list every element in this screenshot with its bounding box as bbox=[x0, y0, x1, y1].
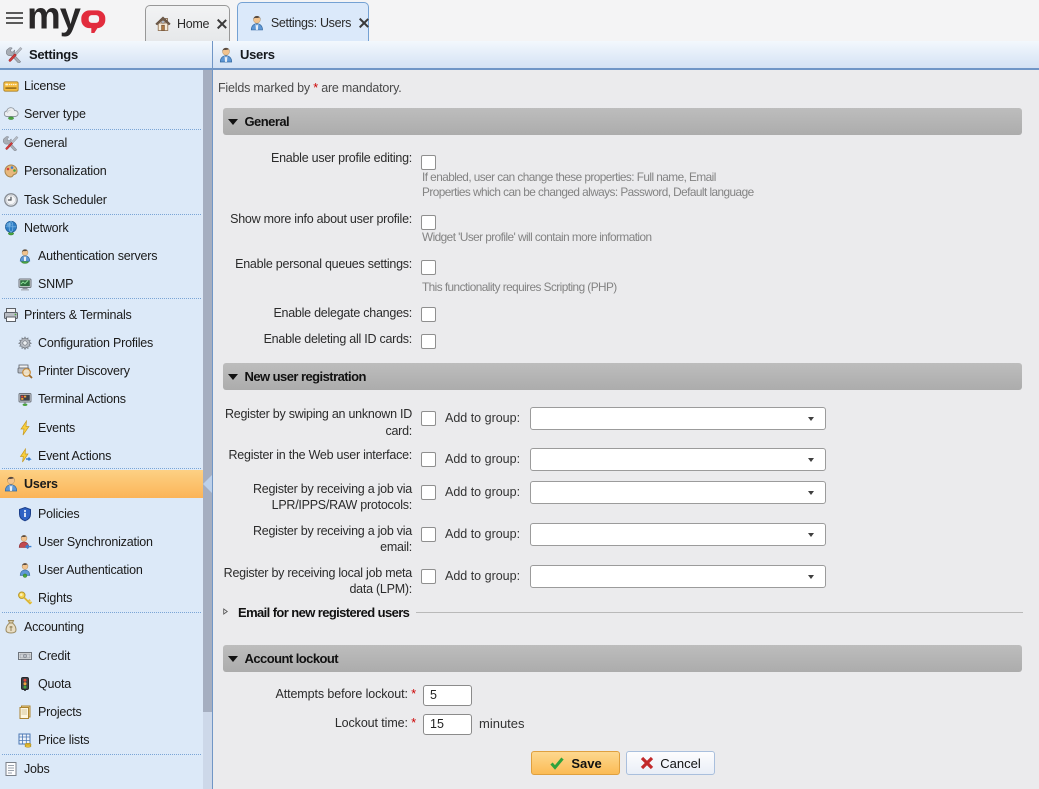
svg-text:my: my bbox=[28, 3, 81, 37]
